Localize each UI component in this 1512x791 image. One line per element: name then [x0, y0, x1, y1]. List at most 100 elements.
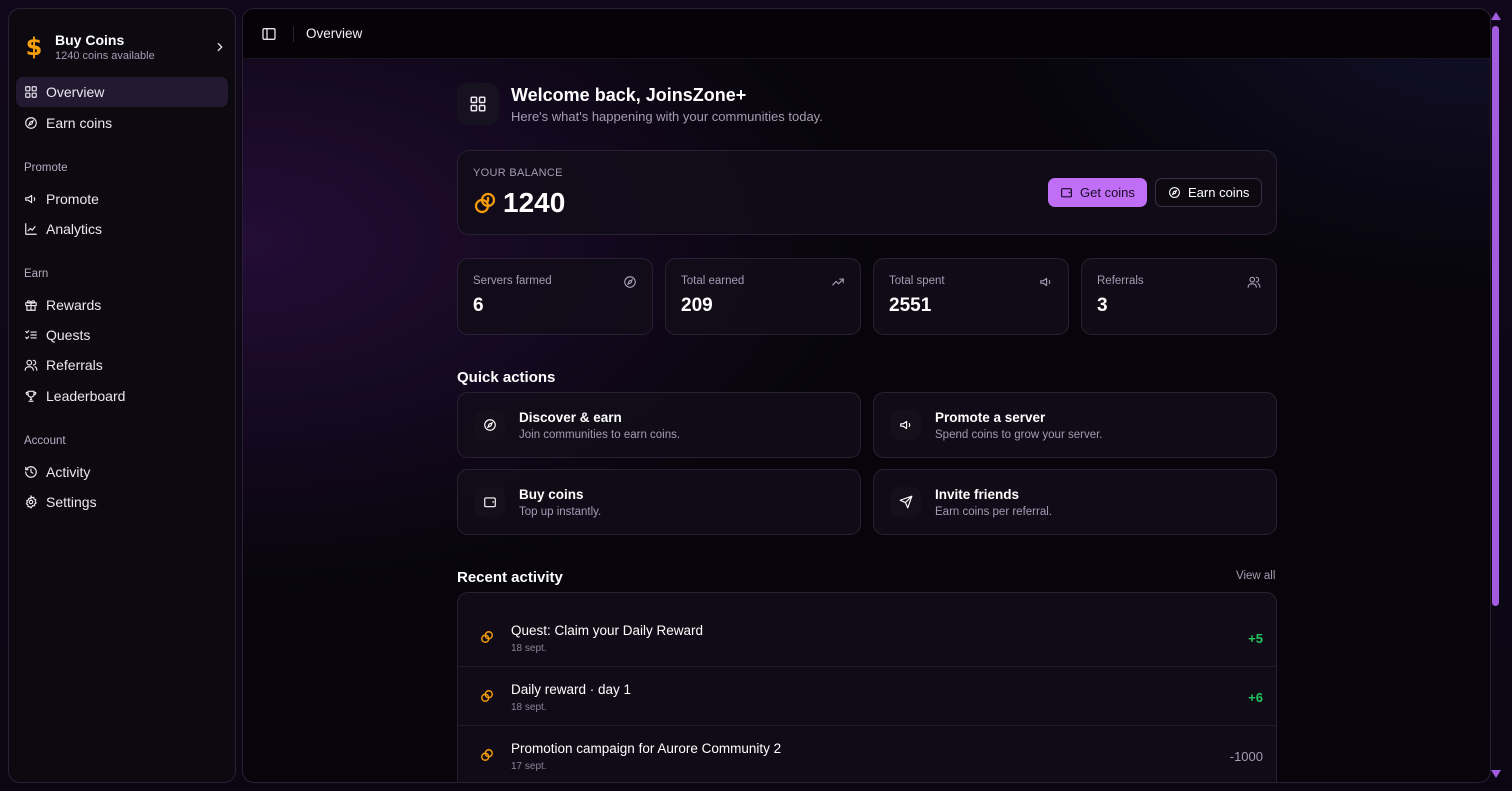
gift-icon	[25, 300, 37, 311]
stat-card-referrals: Referrals 3	[1081, 258, 1277, 335]
buy-coins-card[interactable]: $ Buy Coins 1240 coins available	[19, 21, 227, 73]
quick-action-desc: Earn coins per referral.	[935, 506, 1052, 518]
stat-card-total-spent: Total spent 2551	[873, 258, 1069, 335]
coins-available: 1240 coins available	[55, 50, 155, 62]
sidebar-item-quests[interactable]: Quests	[16, 320, 228, 350]
earn-coins-button[interactable]: Earn coins	[1155, 178, 1263, 207]
quick-action-buy-coins[interactable]: Buy coins Top up instantly.	[457, 469, 861, 535]
quick-actions-heading: Quick actions	[457, 369, 556, 386]
top-bar: Overview	[243, 9, 1490, 59]
activity-amount: +5	[1248, 631, 1263, 646]
get-coins-label: Get coins	[1080, 185, 1135, 200]
scroll-down-icon[interactable]	[1491, 770, 1501, 778]
section-label-promote: Promote	[24, 162, 68, 174]
quick-action-invite-friends[interactable]: Invite friends Earn coins per referral.	[873, 469, 1277, 535]
get-coins-button[interactable]: Get coins	[1048, 178, 1147, 207]
quick-action-title: Invite friends	[935, 487, 1020, 502]
compass-icon	[475, 410, 505, 440]
coins-icon	[474, 192, 496, 214]
buy-coins-title: Buy Coins	[55, 32, 125, 48]
wallet-icon	[1061, 188, 1072, 198]
send-icon	[891, 487, 921, 517]
activity-title: Daily reward · day 1	[511, 682, 632, 697]
sidebar-item-promote[interactable]: Promote	[16, 184, 228, 214]
stat-label: Servers farmed	[473, 275, 552, 287]
scroll-up-icon[interactable]	[1491, 12, 1501, 20]
gear-icon	[25, 495, 37, 509]
trophy-icon	[25, 390, 37, 402]
sidebar-item-label: Leaderboard	[46, 388, 126, 404]
wallet-icon	[475, 487, 505, 517]
chart-line-icon	[25, 223, 37, 235]
sidebar-toggle-icon[interactable]	[261, 26, 277, 42]
view-all-link[interactable]: View all	[1236, 570, 1275, 582]
sidebar-item-activity[interactable]: Activity	[16, 457, 228, 487]
quick-action-discover-earn[interactable]: Discover & earn Join communities to earn…	[457, 392, 861, 458]
quick-action-title: Discover & earn	[519, 410, 622, 425]
stat-label: Referrals	[1097, 275, 1144, 287]
users-icon	[24, 359, 38, 371]
sidebar-item-overview[interactable]: Overview	[16, 77, 228, 107]
activity-list: Quest: Claim your Daily Reward 18 sept. …	[457, 592, 1277, 782]
megaphone-icon	[891, 410, 921, 440]
activity-amount: -1000	[1229, 749, 1263, 764]
sidebar-item-settings[interactable]: Settings	[16, 487, 228, 517]
list-item[interactable]: Promotion campaign for Aurore Community …	[458, 726, 1276, 782]
coins-icon	[481, 690, 493, 702]
recent-activity-heading: Recent activity	[457, 569, 563, 586]
activity-title: Promotion campaign for Aurore Community …	[511, 741, 782, 756]
scrollbar[interactable]	[1491, 8, 1503, 783]
sidebar-item-label: Earn coins	[46, 115, 113, 131]
sidebar: $ Buy Coins 1240 coins available Overvie…	[8, 8, 236, 783]
scrollbar-thumb[interactable]	[1492, 26, 1499, 606]
sidebar-item-label: Rewards	[46, 297, 102, 313]
main-panel: Overview Welcome back, JoinsZone+ Here's…	[242, 8, 1491, 783]
activity-amount: +6	[1248, 690, 1263, 705]
sidebar-item-earn-coins[interactable]: Earn coins	[16, 108, 228, 138]
list-item[interactable]: Quest: Claim your Daily Reward 18 sept. …	[458, 608, 1276, 667]
compass-icon	[624, 276, 636, 288]
sidebar-item-label: Quests	[46, 327, 91, 343]
list-checks-icon	[25, 330, 37, 340]
sidebar-item-analytics[interactable]: Analytics	[16, 214, 228, 244]
balance-amount: 1240	[473, 187, 565, 219]
quick-action-desc: Spend coins to grow your server.	[935, 429, 1103, 441]
list-item[interactable]: Daily reward · day 1 18 sept. +6	[458, 667, 1276, 726]
users-icon	[1247, 276, 1261, 288]
history-icon	[25, 466, 37, 478]
balance-label: YOUR BALANCE	[473, 167, 563, 179]
balance-card: YOUR BALANCE 1240 Get coins Earn coins	[457, 150, 1277, 235]
activity-date: 18 sept.	[511, 643, 547, 654]
app-root: $ Buy Coins 1240 coins available Overvie…	[0, 0, 1512, 791]
grid-icon	[457, 83, 499, 125]
divider	[293, 25, 294, 42]
section-label-account: Account	[24, 435, 66, 447]
sidebar-item-label: Settings	[46, 494, 97, 510]
earn-coins-label: Earn coins	[1188, 185, 1250, 200]
balance-value: 1240	[503, 187, 566, 218]
quick-action-title: Promote a server	[935, 410, 1046, 425]
sidebar-item-label: Overview	[46, 84, 105, 100]
trending-up-icon	[832, 278, 844, 286]
page-subtitle: Here's what's happening with your commun…	[511, 108, 823, 124]
stat-value: 3	[1097, 295, 1108, 316]
quick-action-promote-server[interactable]: Promote a server Spend coins to grow you…	[873, 392, 1277, 458]
section-label-earn: Earn	[24, 268, 49, 280]
sidebar-item-rewards[interactable]: Rewards	[16, 290, 228, 320]
megaphone-icon	[1040, 277, 1051, 287]
sidebar-item-leaderboard[interactable]: Leaderboard	[16, 381, 228, 411]
stat-value: 2551	[889, 295, 932, 316]
activity-date: 18 sept.	[511, 702, 547, 713]
dollar-icon: $	[25, 33, 43, 61]
welcome-header: Welcome back, JoinsZone+ Here's what's h…	[457, 83, 823, 125]
megaphone-icon	[25, 194, 36, 204]
grid-icon	[25, 86, 37, 98]
stat-value: 209	[681, 295, 713, 316]
sidebar-item-label: Referrals	[46, 357, 103, 373]
sidebar-item-referrals[interactable]: Referrals	[16, 350, 228, 380]
activity-date: 17 sept.	[511, 761, 547, 772]
quick-action-desc: Join communities to earn coins.	[519, 429, 681, 441]
stat-label: Total earned	[681, 275, 745, 287]
breadcrumb: Overview	[306, 26, 363, 41]
sidebar-item-label: Activity	[46, 464, 91, 480]
